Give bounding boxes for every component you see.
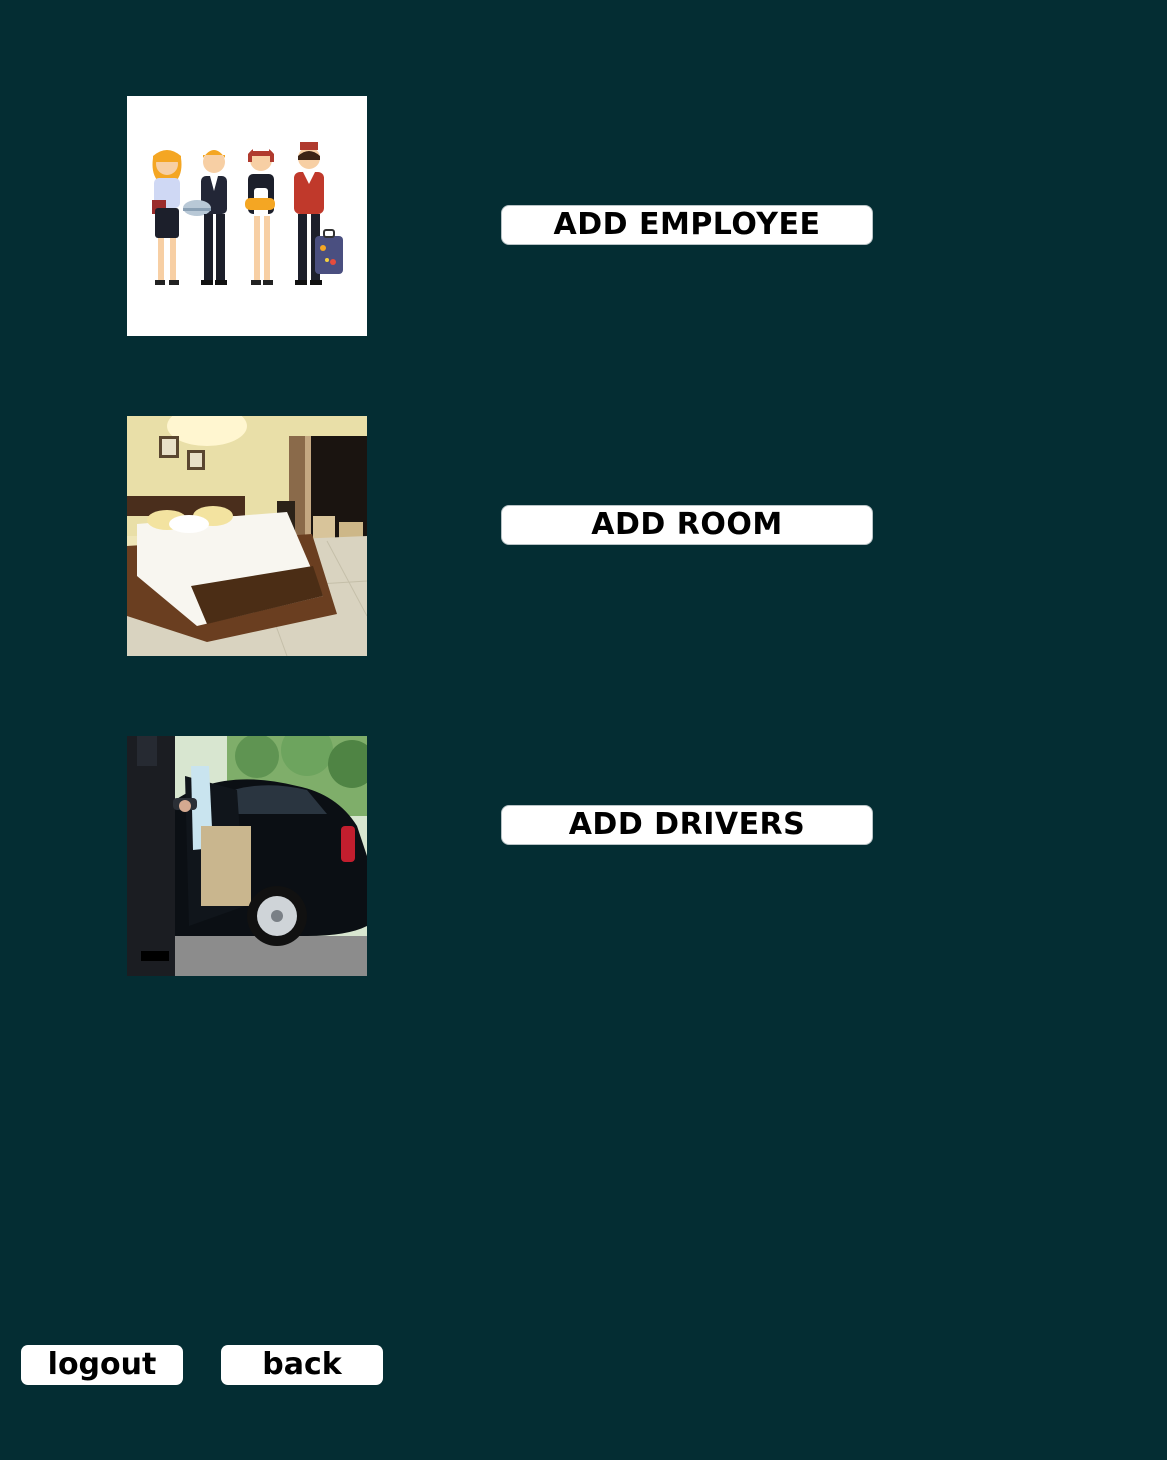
logout-button[interactable]: logout	[21, 1345, 183, 1385]
hotel-staff-illustration	[127, 96, 367, 336]
back-button[interactable]: back	[221, 1345, 383, 1385]
room-image	[127, 416, 367, 656]
chauffeur-car-photo	[127, 736, 367, 976]
add-employee-button[interactable]: ADD EMPLOYEE	[501, 205, 873, 245]
driver-image	[127, 736, 367, 976]
add-room-button[interactable]: ADD ROOM	[501, 505, 873, 545]
hotel-room-photo	[127, 416, 367, 656]
employees-image	[127, 96, 367, 336]
admin-panel: ADD EMPLOYEE ADD ROOM ADD DRIVERS logout…	[0, 0, 1167, 1460]
add-drivers-button[interactable]: ADD DRIVERS	[501, 805, 873, 845]
